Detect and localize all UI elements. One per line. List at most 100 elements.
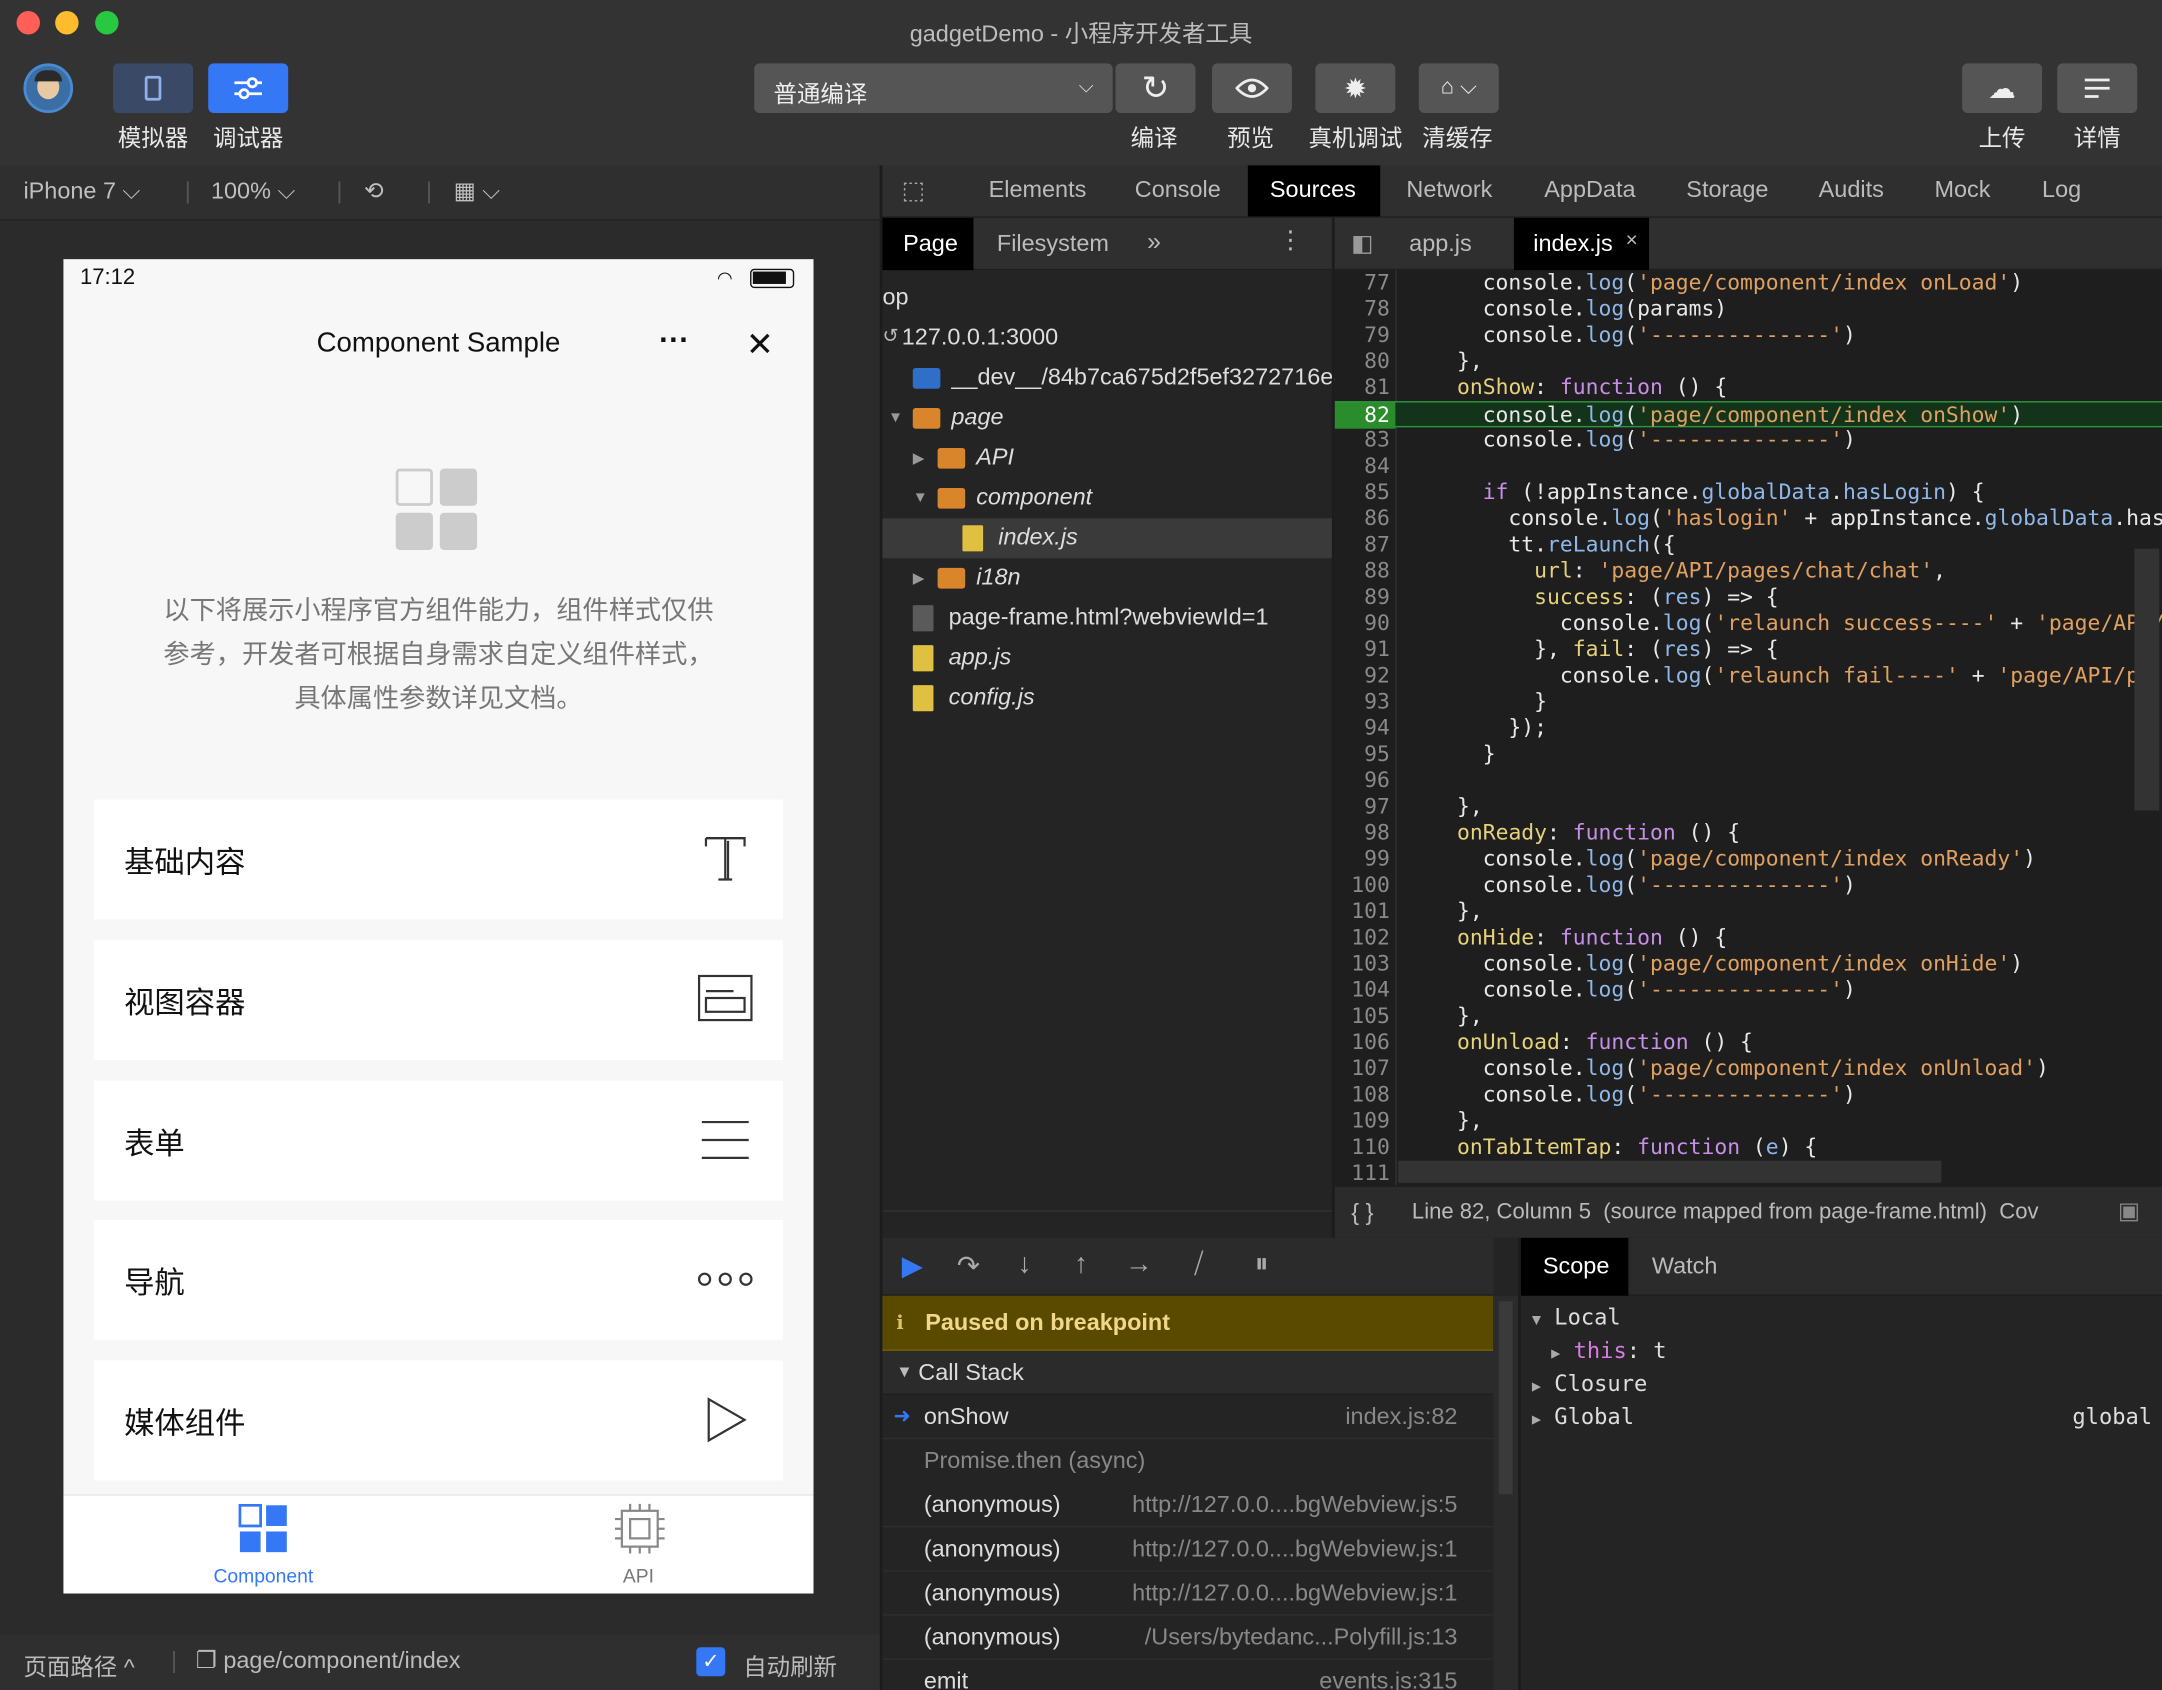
call-stack-frame[interactable]: emit events.js:315 <box>882 1660 1493 1690</box>
code-line[interactable]: 101 }, <box>1335 899 2162 925</box>
code-line[interactable]: 86 console.log('haslogin' + appInstance.… <box>1335 506 2162 532</box>
tab-watch[interactable]: Watch <box>1652 1253 1718 1281</box>
page-path[interactable]: ❐ page/component/index <box>196 1647 461 1675</box>
tree-item[interactable]: __dev__/84b7ca675d2f5ef3272716e4f <box>882 358 1353 398</box>
line-number[interactable]: 91 <box>1335 637 1390 663</box>
tab-sources[interactable]: Sources <box>1270 176 1356 204</box>
line-number[interactable]: 105 <box>1335 1004 1390 1030</box>
line-number[interactable]: 107 <box>1335 1056 1390 1082</box>
code-line[interactable]: 103 console.log('page/component/index on… <box>1335 951 2162 977</box>
tab-page[interactable]: Page <box>903 230 958 258</box>
line-number[interactable]: 94 <box>1335 715 1390 741</box>
tree-item[interactable]: ▼ page <box>882 398 1331 438</box>
tab-elements[interactable]: Elements <box>989 176 1087 204</box>
line-number[interactable]: 92 <box>1335 663 1390 689</box>
preview-button[interactable] <box>1211 63 1292 114</box>
call-stack-frame[interactable]: (anonymous) http://127.0.0....bgWebview.j… <box>882 1527 1494 1572</box>
code-line[interactable]: 104 console.log('--------------') <box>1335 977 2162 1003</box>
coverage-icon[interactable]: ▣ <box>2118 1198 2140 1226</box>
rotate-icon[interactable]: ⟲ <box>364 178 384 206</box>
close-tab-icon[interactable]: × <box>1626 229 1638 252</box>
tab-console[interactable]: Console <box>1135 176 1221 204</box>
line-number[interactable]: 110 <box>1335 1134 1390 1160</box>
code-line[interactable]: 87 tt.reLaunch({ <box>1335 532 2162 558</box>
code-line[interactable]: 85 if (!appInstance.globalData.hasLogin)… <box>1335 480 2162 506</box>
line-number[interactable]: 81 <box>1335 375 1390 401</box>
code-line[interactable]: 97 }, <box>1335 794 2162 820</box>
line-number[interactable]: 88 <box>1335 558 1390 584</box>
code-line[interactable]: 94 }); <box>1335 715 2162 741</box>
code-line[interactable]: 89 success: (res) => { <box>1335 584 2162 610</box>
line-number[interactable]: 85 <box>1335 480 1390 506</box>
line-number[interactable]: 100 <box>1335 873 1390 899</box>
tree-item[interactable]: ▶ i18n <box>882 558 1331 598</box>
tree-item[interactable]: ▶ API <box>882 438 1331 478</box>
line-number[interactable]: 96 <box>1335 768 1390 794</box>
code-line[interactable]: 92 console.log('relaunch fail----' + 'pa… <box>1335 663 2162 689</box>
debugger-button[interactable] <box>208 63 289 114</box>
code-line[interactable]: 91 }, fail: (res) => { <box>1335 637 2162 663</box>
code-line[interactable]: 95 } <box>1335 742 2162 768</box>
zoom-select[interactable]: 100% ⌵ <box>211 178 295 206</box>
line-number[interactable]: 99 <box>1335 846 1390 872</box>
upload-button[interactable]: ☁ <box>1962 63 2043 114</box>
card-media[interactable]: 媒体组件 <box>93 1360 784 1481</box>
line-number[interactable]: 90 <box>1335 611 1390 637</box>
tree-item[interactable]: op <box>882 278 1331 318</box>
code-line[interactable]: 105 }, <box>1335 1004 2162 1030</box>
line-number[interactable]: 84 <box>1335 454 1390 480</box>
line-number[interactable]: 106 <box>1335 1030 1390 1056</box>
scope-global[interactable]: ▶ Global <box>1532 1403 1634 1429</box>
call-stack-frame[interactable]: ➜ onShow index.js:82 <box>882 1395 1494 1440</box>
tab-audits[interactable]: Audits <box>1819 176 1884 204</box>
code-line[interactable]: 81 onShow: function () { <box>1335 375 2162 401</box>
tab-network[interactable]: Network <box>1406 176 1492 204</box>
line-number[interactable]: 78 <box>1335 296 1390 322</box>
line-number[interactable]: 89 <box>1335 584 1390 610</box>
close-icon[interactable]: ✕ <box>746 325 774 365</box>
line-number[interactable]: 103 <box>1335 951 1390 977</box>
tab-appdata[interactable]: AppData <box>1544 176 1635 204</box>
card-form[interactable]: 表单 <box>93 1080 784 1201</box>
line-number[interactable]: 95 <box>1335 742 1390 768</box>
code-line[interactable]: 77 console.log('page/component/index onL… <box>1335 270 2162 296</box>
tab-api[interactable]: API <box>563 1496 715 1594</box>
editor-vscrollbar[interactable] <box>2134 548 2160 811</box>
line-number[interactable]: 111 <box>1335 1161 1390 1186</box>
tab-filesystem[interactable]: Filesystem <box>997 230 1109 258</box>
call-stack-header[interactable]: ▼ Call Stack <box>882 1350 1494 1396</box>
line-number[interactable]: 87 <box>1335 532 1390 558</box>
clear-cache-button[interactable]: ⌂ ⌵ <box>1418 63 1499 114</box>
editor-tab-app-js[interactable]: app.js <box>1409 230 1472 258</box>
editor-hscrollbar[interactable] <box>1398 1160 1942 1183</box>
avatar[interactable] <box>23 63 74 114</box>
card-basic-content[interactable]: 基础内容 <box>93 799 784 920</box>
scope-this[interactable]: ▶ this: t <box>1551 1337 1666 1363</box>
call-stack-frame[interactable]: (anonymous) http://127.0.0....bgWebview.j… <box>882 1571 1494 1616</box>
tab-storage[interactable]: Storage <box>1686 176 1768 204</box>
tab-mock[interactable]: Mock <box>1934 176 1990 204</box>
line-number[interactable]: 101 <box>1335 899 1390 925</box>
line-number[interactable]: 104 <box>1335 977 1390 1003</box>
line-number[interactable]: 93 <box>1335 689 1390 715</box>
code-line[interactable]: 99 console.log('page/component/index onR… <box>1335 846 2162 872</box>
code-line[interactable]: 96 <box>1335 768 2162 794</box>
call-stack-frame[interactable]: (anonymous) /Users/bytedanc...Polyfill.js… <box>882 1616 1494 1660</box>
kebab-menu-icon[interactable]: ⋮ <box>1278 226 1303 255</box>
code-line[interactable]: 110 onTabItemTap: function (e) { <box>1335 1134 2162 1160</box>
code-line[interactable]: 100 console.log('--------------') <box>1335 873 2162 899</box>
line-number[interactable]: 98 <box>1335 820 1390 846</box>
remote-debug-button[interactable]: ✹ <box>1315 63 1396 114</box>
code-line[interactable]: 108 console.log('--------------') <box>1335 1082 2162 1108</box>
scope-closure[interactable]: ▶ Closure <box>1532 1370 1647 1396</box>
auto-refresh-checkbox[interactable]: ✓ <box>696 1647 726 1677</box>
line-number[interactable]: 109 <box>1335 1108 1390 1134</box>
compile-mode-select[interactable]: 普通编译 ⌵ <box>754 63 1113 114</box>
step-out-icon[interactable]: ↑ <box>1074 1249 1088 1281</box>
card-navigation[interactable]: 导航 <box>93 1219 784 1340</box>
code-line[interactable]: 98 onReady: function () { <box>1335 820 2162 846</box>
line-number[interactable]: 97 <box>1335 794 1390 820</box>
resume-icon[interactable]: ▶ <box>902 1249 923 1283</box>
line-number[interactable]: 80 <box>1335 349 1390 375</box>
page-path-toggle[interactable]: 页面路径 ^ <box>23 1647 134 1681</box>
